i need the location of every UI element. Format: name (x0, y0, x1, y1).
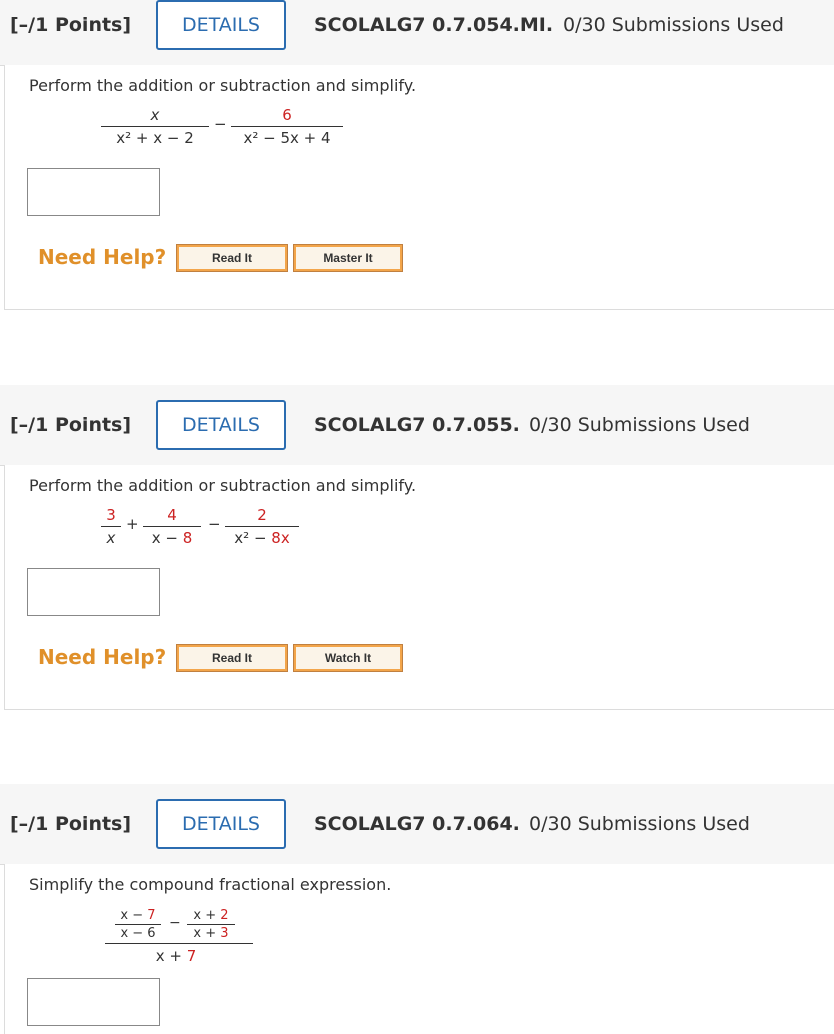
read-it-button[interactable]: Read It (176, 244, 288, 272)
outer-denominator: x + 7 (155, 947, 197, 965)
question-body: Simplify the compound fractional express… (4, 864, 834, 1034)
fraction-2: 6 x² − 5x + 4 (231, 106, 343, 147)
operator-minus: − (208, 515, 221, 533)
master-it-button[interactable]: Master It (293, 244, 403, 272)
submissions-used: 0/30 Submissions Used (529, 414, 750, 436)
fraction-1: x x² + x − 2 (101, 106, 209, 147)
question-code: SCOLALG7 0.7.054.MI. (314, 14, 554, 36)
question-3: [–/1 Points] DETAILS SCOLALG7 0.7.064. 0… (0, 784, 834, 1034)
operator-minus: − (169, 915, 181, 931)
fraction-3: 2 x² − 8x (225, 506, 299, 547)
points-label: [–/1 Points] (10, 14, 132, 36)
details-button[interactable]: DETAILS (156, 0, 286, 50)
details-button[interactable]: DETAILS (156, 400, 286, 450)
need-help-label: Need Help? (38, 245, 167, 269)
question-header: [–/1 Points] DETAILS SCOLALG7 0.7.054.MI… (0, 0, 834, 66)
question-header: [–/1 Points] DETAILS SCOLALG7 0.7.055. 0… (0, 385, 834, 466)
outer-fraction-bar (105, 943, 253, 944)
details-button[interactable]: DETAILS (156, 799, 286, 849)
watch-it-button[interactable]: Watch It (293, 644, 403, 672)
question-1: [–/1 Points] DETAILS SCOLALG7 0.7.054.MI… (0, 0, 834, 310)
question-prompt: Simplify the compound fractional express… (29, 875, 392, 894)
fraction-b: x + 2 x + 3 (187, 908, 235, 941)
operator-minus: − (214, 115, 227, 133)
question-header: [–/1 Points] DETAILS SCOLALG7 0.7.064. 0… (0, 784, 834, 865)
question-prompt: Perform the addition or subtraction and … (29, 476, 417, 495)
question-2: [–/1 Points] DETAILS SCOLALG7 0.7.055. 0… (0, 385, 834, 710)
fraction-2: 4 x − 8 (143, 506, 201, 547)
need-help-label: Need Help? (38, 645, 167, 669)
answer-input[interactable] (27, 168, 160, 216)
operator-plus: + (126, 515, 139, 533)
points-label: [–/1 Points] (10, 414, 132, 436)
fraction-1: 3 x (101, 506, 121, 547)
answer-input[interactable] (27, 568, 160, 616)
answer-input[interactable] (27, 978, 160, 1026)
fraction-a: x − 7 x − 6 (115, 908, 161, 941)
question-body: Perform the addition or subtraction and … (4, 65, 834, 310)
question-body: Perform the addition or subtraction and … (4, 465, 834, 710)
question-code: SCOLALG7 0.7.055. (314, 414, 520, 436)
submissions-used: 0/30 Submissions Used (563, 14, 784, 36)
read-it-button[interactable]: Read It (176, 644, 288, 672)
points-label: [–/1 Points] (10, 813, 132, 835)
question-code: SCOLALG7 0.7.064. (314, 813, 520, 835)
submissions-used: 0/30 Submissions Used (529, 813, 750, 835)
question-prompt: Perform the addition or subtraction and … (29, 76, 417, 95)
